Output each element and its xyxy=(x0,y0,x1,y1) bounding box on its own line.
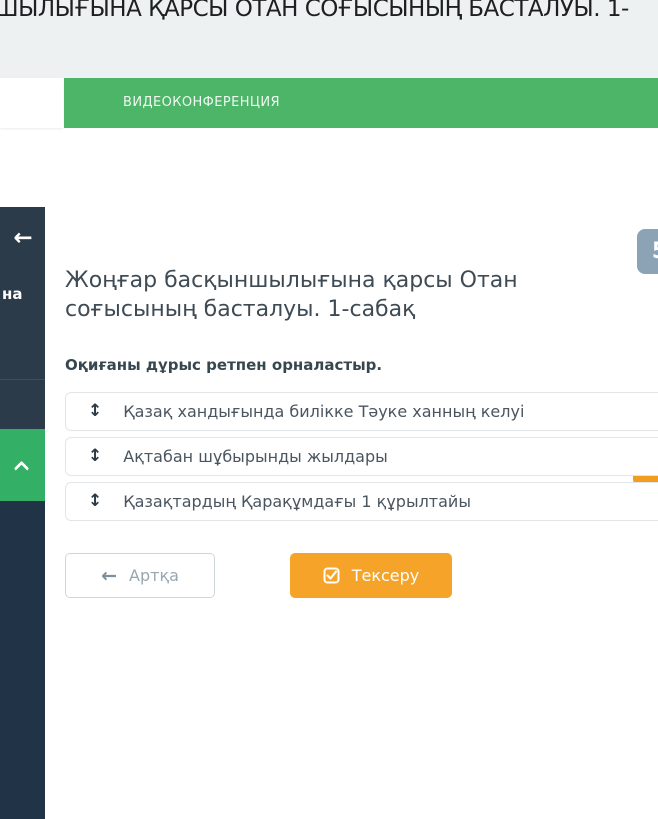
checkbox-check-icon xyxy=(323,567,340,584)
back-button[interactable]: ← Артқа xyxy=(65,553,215,598)
list-item[interactable]: ↕ Қазақтардың Қарақұмдағы 1 құрылтайы xyxy=(65,482,658,521)
sidebar: ← на xyxy=(0,207,45,819)
list-item-label: Қазақтардың Қарақұмдағы 1 құрылтайы xyxy=(123,492,471,511)
sidebar-lower-section xyxy=(0,501,45,819)
list-item[interactable]: ↕ Ақтабан шұбырынды жылдары xyxy=(65,437,658,476)
check-button-label: Тексеру xyxy=(351,566,420,585)
check-button[interactable]: Тексеру xyxy=(290,553,452,598)
list-item-label: Қазақ хандығында билікке Тәуке ханның ке… xyxy=(123,402,525,421)
page-title: Жоңғар басқыншылығына қарсы Отан соғысын… xyxy=(65,268,518,322)
tab-bar: ВИДЕОКОНФЕРЕНЦИЯ xyxy=(0,78,658,128)
sidebar-divider xyxy=(0,379,45,380)
sidebar-clipped-label: на xyxy=(2,285,23,303)
sidebar-collapse-button[interactable] xyxy=(0,429,45,501)
tab-lesson[interactable] xyxy=(0,78,63,128)
list-item-label: Ақтабан шұбырынды жылдары xyxy=(123,447,388,466)
lesson-marquee-title: ШЫЛЫҒЫНА ҚАРСЫ ОТАН СОҒЫСЫНЫҢ БАСТАЛУЫ. … xyxy=(0,0,629,22)
task-instruction: Оқиғаны дұрыс ретпен орналастыр. xyxy=(65,356,383,374)
order-list: ↕ Қазақ хандығында билікке Тәуке ханның … xyxy=(65,392,658,527)
drag-handle-icon[interactable]: ↕ xyxy=(88,448,102,465)
floating-counter-badge[interactable]: 5 xyxy=(637,229,658,274)
back-button-label: Артқа xyxy=(129,566,179,585)
tab-videoconference[interactable]: ВИДЕОКОНФЕРЕНЦИЯ xyxy=(64,78,658,128)
chevron-up-icon xyxy=(13,460,30,477)
drag-handle-icon[interactable]: ↕ xyxy=(88,403,102,420)
page: ШЫЛЫҒЫНА ҚАРСЫ ОТАН СОҒЫСЫНЫҢ БАСТАЛУЫ. … xyxy=(0,0,658,819)
list-item[interactable]: ↕ Қазақ хандығында билікке Тәуке ханның … xyxy=(65,392,658,431)
left-arrow-icon: ← xyxy=(101,564,118,587)
drag-handle-icon[interactable]: ↕ xyxy=(88,493,102,510)
back-arrow-icon[interactable]: ← xyxy=(8,223,38,253)
top-marquee-bar: ШЫЛЫҒЫНА ҚАРСЫ ОТАН СОҒЫСЫНЫҢ БАСТАЛУЫ. … xyxy=(0,0,658,78)
